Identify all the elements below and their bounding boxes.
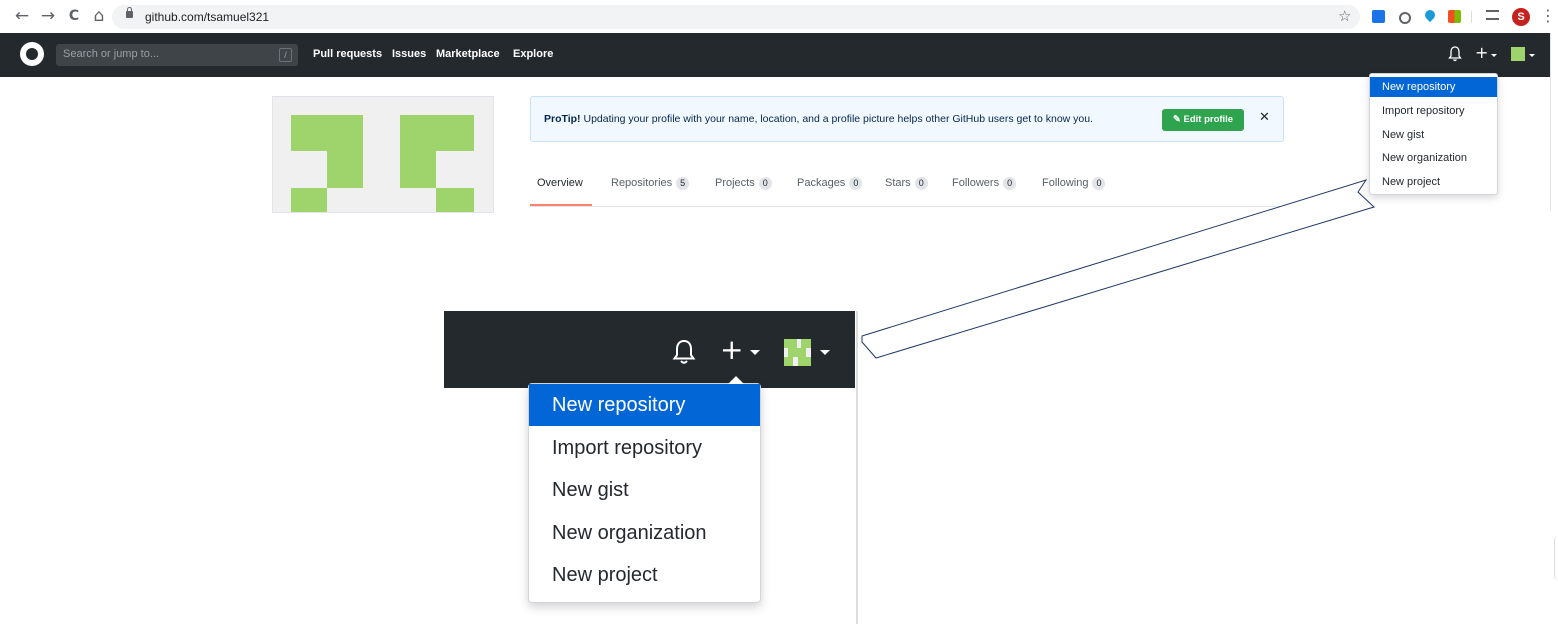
menu-item-label: New project <box>552 564 658 586</box>
menu-item-label: Import repository <box>552 437 703 459</box>
menu-item-label: New organization <box>552 522 707 544</box>
menu-item-label: New gist <box>552 479 629 501</box>
zoomed-avatar-caret-icon <box>820 350 830 355</box>
scrollbar-edge <box>1554 536 1558 580</box>
zoomed-menu-item-new-project: New project <box>529 554 760 596</box>
zoomed-avatar <box>784 339 811 366</box>
zoomed-menu-item-import-repository: Import repository <box>529 427 760 469</box>
zoomed-plus-icon: + <box>720 333 744 366</box>
zoomed-header-detail: + <box>444 311 855 388</box>
zoomed-menu-item-new-organization: New organization <box>529 512 760 554</box>
zoomed-menu-item-new-repository: New repository <box>529 384 760 426</box>
zoomed-edge-line <box>856 311 858 624</box>
zoomed-bell-icon <box>672 339 696 364</box>
zoomed-caret-icon <box>750 350 760 355</box>
zoomed-create-new-dropdown: New repository Import repository New gis… <box>528 376 761 603</box>
menu-item-label: New repository <box>552 394 686 416</box>
zoomed-menu-item-new-gist: New gist <box>529 469 760 511</box>
